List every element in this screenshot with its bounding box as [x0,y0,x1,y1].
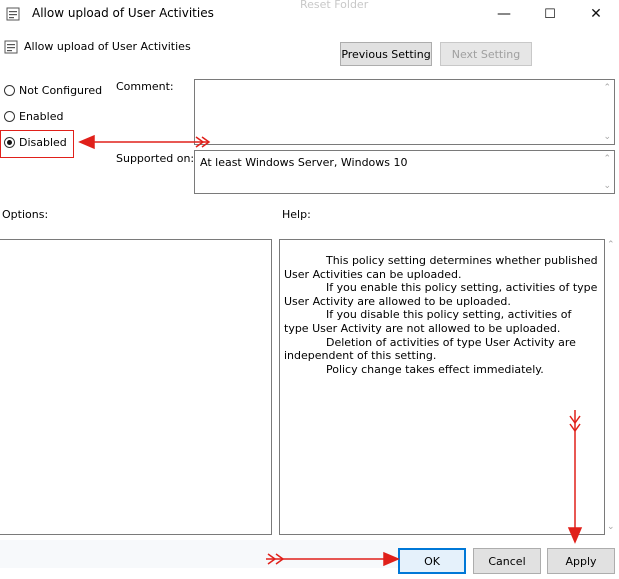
chevron-up-icon[interactable]: ⌃ [603,154,611,164]
minimize-button[interactable]: — [481,0,527,28]
next-setting-label: Next Setting [451,47,521,61]
apply-label: Apply [565,554,597,568]
supported-on-value: At least Windows Server, Windows 10 [200,156,408,169]
policy-icon [4,40,18,54]
options-panel[interactable] [0,239,272,535]
title-bar: Allow upload of User Activities Reset Fo… [0,0,619,28]
cancel-button[interactable]: Cancel [473,548,541,574]
comment-textarea[interactable]: ⌃ ⌄ [194,79,615,145]
ok-button[interactable]: OK [398,548,466,574]
help-label: Help: [282,208,311,221]
chevron-up-icon[interactable]: ⌃ [607,240,615,250]
help-panel[interactable]: This policy setting determines whether p… [279,239,605,535]
supported-on-label: Supported on: [116,152,195,165]
chevron-down-icon[interactable]: ⌄ [603,181,611,191]
chevron-down-icon[interactable]: ⌄ [603,132,611,142]
setting-title: Allow upload of User Activities [24,40,191,53]
options-label: Options: [2,208,49,221]
ok-label: OK [424,554,440,568]
comment-label: Comment: [116,80,174,93]
disabled-highlight-box [0,130,74,158]
cancel-label: Cancel [488,554,526,568]
previous-setting-label: Previous Setting [341,47,431,61]
window-title: Allow upload of User Activities [32,6,214,20]
apply-button[interactable]: Apply [547,548,615,574]
supported-on-field[interactable]: At least Windows Server, Windows 10 ⌃ ⌄ [194,150,615,194]
background-window-title: Reset Folder [300,0,369,11]
chevron-down-icon[interactable]: ⌄ [607,522,615,532]
close-button[interactable]: ✕ [573,0,619,28]
radio-label-enabled: Enabled [19,110,64,123]
help-text: This policy setting determines whether p… [284,254,598,376]
chevron-up-icon[interactable]: ⌃ [603,83,611,93]
next-setting-button[interactable]: Next Setting [440,42,532,66]
radio-circle-enabled[interactable] [4,111,15,122]
radio-not-configured[interactable]: Not Configured [4,84,102,97]
maximize-button[interactable]: ☐ [527,0,573,28]
maximize-icon: ☐ [544,6,556,22]
arrow-to-disabled [78,134,211,150]
radio-enabled[interactable]: Enabled [4,110,63,123]
radio-label-not-configured: Not Configured [19,84,103,97]
bottom-strip [0,540,400,568]
close-icon: ✕ [590,6,602,22]
radio-circle-not-configured[interactable] [4,85,15,96]
previous-setting-button[interactable]: Previous Setting [340,42,432,66]
policy-icon [6,7,20,21]
minimize-icon: — [497,6,511,22]
